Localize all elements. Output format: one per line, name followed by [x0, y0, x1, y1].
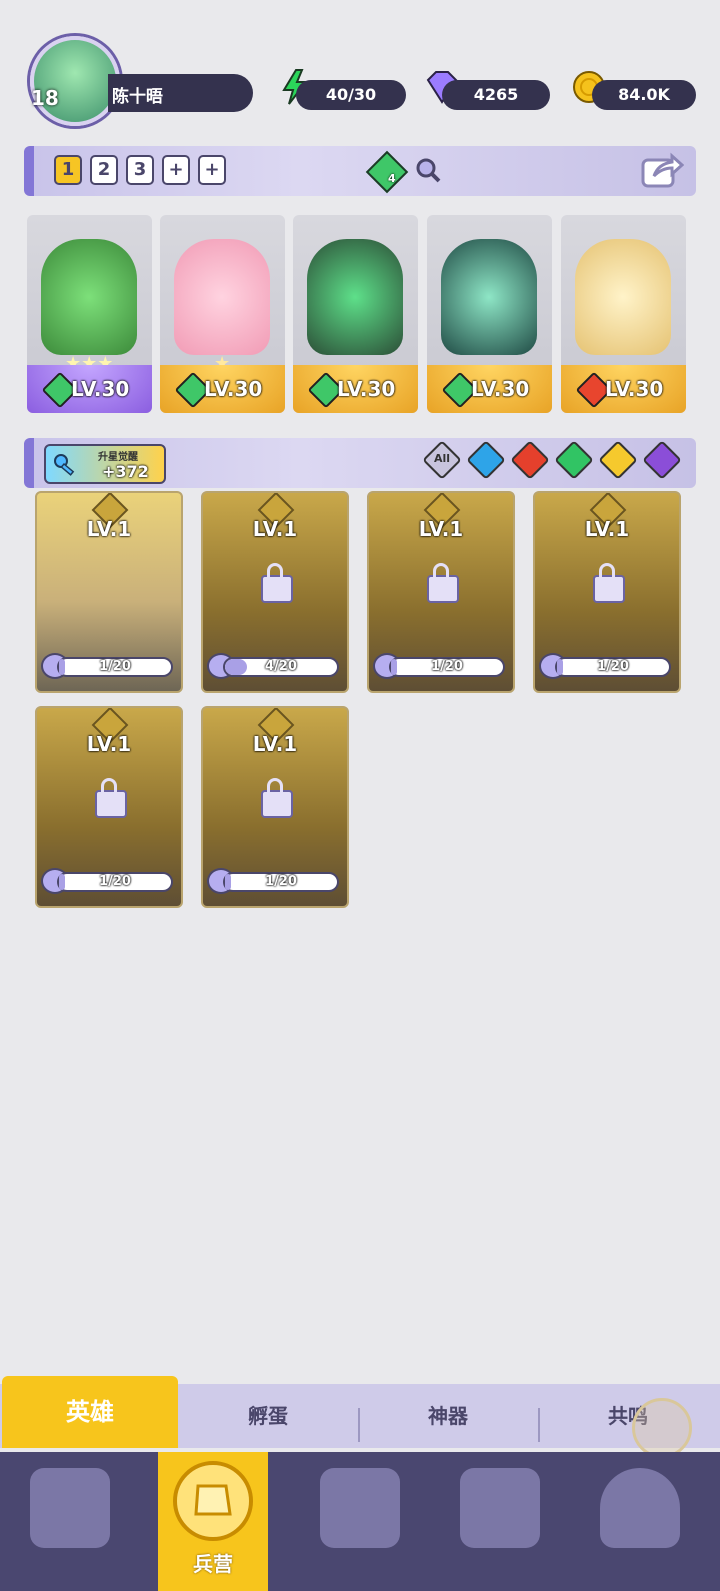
search-icon[interactable] — [414, 156, 442, 184]
awaken-key-button[interactable]: 升星觉醒 +372 — [44, 444, 166, 484]
shard-progress-bar: 1/20 — [555, 657, 671, 677]
team-element-count: 4 — [388, 172, 396, 185]
hero-level: LV.1 — [418, 517, 464, 541]
hero-portrait — [41, 239, 137, 355]
hero-portrait — [441, 239, 537, 355]
hero-level-banner: LV.30 — [27, 365, 152, 413]
hero-shard-card-3[interactable]: LV.1 1/20 — [367, 491, 515, 693]
hero-level: LV.1 — [86, 732, 132, 756]
gem-counter[interactable]: 4265 — [442, 80, 550, 110]
player-name-pill[interactable]: 陈十晤 — [108, 74, 253, 112]
hero-shard-card-5[interactable]: LV.1 1/20 — [35, 706, 183, 908]
hero-shard-card-6[interactable]: LV.1 1/20 — [201, 706, 349, 908]
floating-assistant-button[interactable] — [632, 1398, 692, 1458]
team-hero-card-1[interactable]: ★★★ LV.30 — [27, 215, 152, 413]
tab-heroes[interactable]: 英雄 — [2, 1376, 178, 1448]
coin-value: 84.0K — [618, 85, 670, 104]
lock-icon — [593, 563, 625, 603]
hero-shard-card-4[interactable]: LV.1 1/20 — [533, 491, 681, 693]
lock-icon — [261, 778, 293, 818]
team-hero-card-3[interactable]: LV.30 — [293, 215, 418, 413]
lock-icon — [427, 563, 459, 603]
barracks-icon — [173, 1461, 253, 1541]
shard-progress-bar: 1/20 — [57, 872, 173, 892]
tab-artifacts[interactable]: 神器 — [360, 1384, 536, 1448]
player-name: 陈十晤 — [112, 87, 163, 107]
hero-portrait — [307, 239, 403, 355]
nav-cards-icon[interactable] — [30, 1468, 110, 1548]
hero-level: LV.1 — [584, 517, 630, 541]
team-bar — [24, 146, 696, 196]
filter-all-label: All — [433, 452, 451, 465]
energy-counter[interactable]: 40/30 — [296, 80, 406, 110]
energy-value: 40/30 — [325, 85, 377, 104]
team-hero-card-2[interactable]: ★ LV.30 — [160, 215, 285, 413]
gem-value: 4265 — [473, 85, 519, 104]
team-hero-card-4[interactable]: LV.30 — [427, 215, 552, 413]
shard-progress-bar: 1/20 — [389, 657, 505, 677]
shard-progress-bar: 1/20 — [223, 872, 339, 892]
nav-temple-icon[interactable] — [460, 1468, 540, 1548]
nav-barracks-label: 兵营 — [193, 1552, 233, 1576]
hero-level-banner: LV.30 — [160, 365, 285, 413]
hero-portrait — [174, 239, 270, 355]
hero-level: LV.30 — [337, 377, 396, 401]
team-tab-1[interactable]: 1 — [54, 155, 82, 185]
hero-level-banner: LV.30 — [561, 365, 686, 413]
share-icon[interactable] — [640, 150, 684, 190]
player-level: 18 — [31, 86, 59, 110]
team-tab-add-2[interactable]: + — [198, 155, 226, 185]
hero-level: LV.30 — [605, 377, 664, 401]
key-icon — [54, 454, 75, 476]
hero-level: LV.30 — [471, 377, 530, 401]
team-tab-3[interactable]: 3 — [126, 155, 154, 185]
hero-level-banner: LV.30 — [293, 365, 418, 413]
shard-progress-bar: 4/20 — [223, 657, 339, 677]
tab-hatch[interactable]: 孵蛋 — [180, 1384, 356, 1448]
team-tab-2[interactable]: 2 — [90, 155, 118, 185]
hero-portrait — [575, 239, 671, 355]
hero-level: LV.1 — [252, 732, 298, 756]
nav-map-icon[interactable] — [320, 1468, 400, 1548]
hero-level: LV.1 — [252, 517, 298, 541]
hero-shard-card-2[interactable]: LV.1 4/20 — [201, 491, 349, 693]
nav-guild-icon[interactable] — [600, 1468, 680, 1548]
player-avatar[interactable] — [30, 36, 120, 126]
hero-level: LV.30 — [71, 377, 130, 401]
hero-level-banner: LV.30 — [427, 365, 552, 413]
team-tab-add-1[interactable]: + — [162, 155, 190, 185]
shard-progress-bar: 1/20 — [57, 657, 173, 677]
awaken-value: +372 — [102, 462, 149, 481]
lock-icon — [261, 563, 293, 603]
hero-level: LV.30 — [204, 377, 263, 401]
team-hero-card-5[interactable]: LV.30 — [561, 215, 686, 413]
lock-icon — [95, 778, 127, 818]
coin-counter[interactable]: 84.0K — [592, 80, 696, 110]
hero-level: LV.1 — [86, 517, 132, 541]
hero-shard-card-1[interactable]: LV.1 1/20 — [35, 491, 183, 693]
awaken-label: 升星觉醒 — [98, 452, 138, 463]
